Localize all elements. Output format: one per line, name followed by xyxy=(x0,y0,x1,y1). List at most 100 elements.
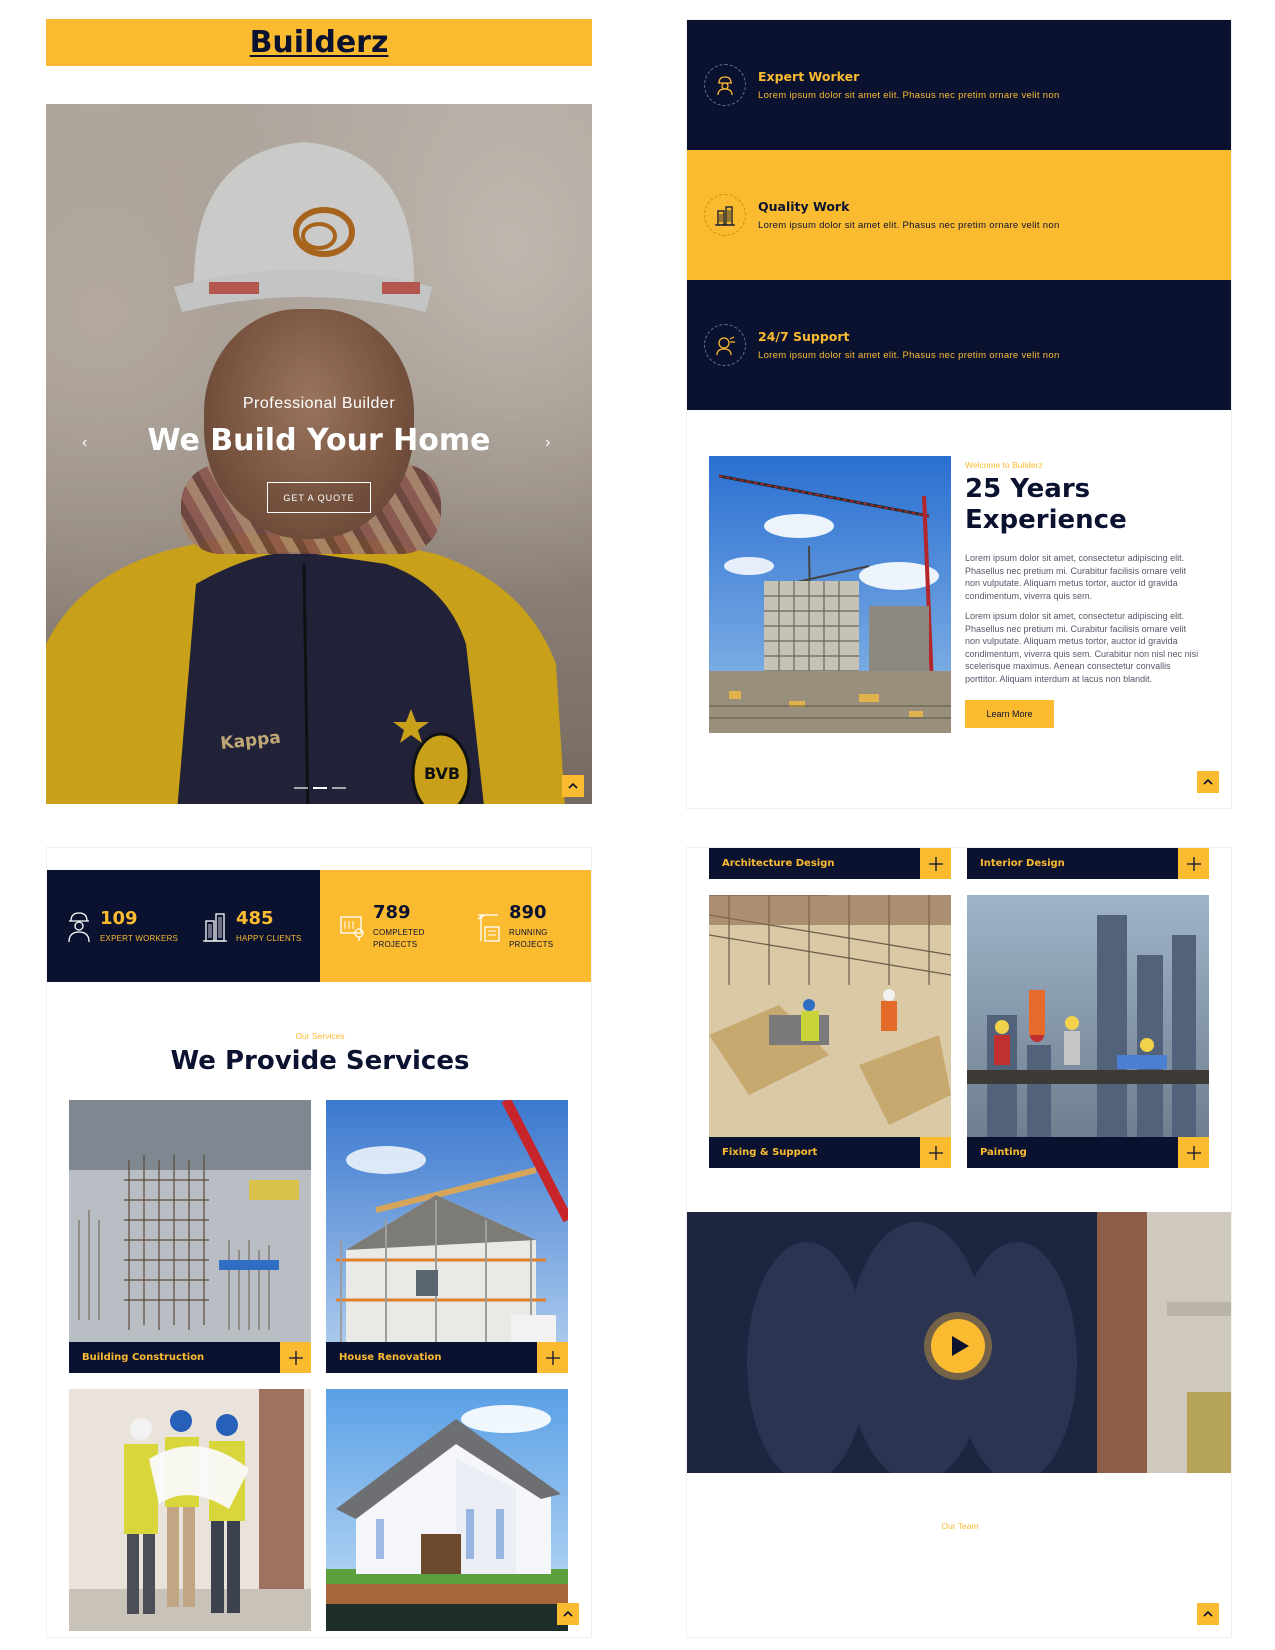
workers-beam-image xyxy=(967,895,1209,1137)
stat-happy-clients: 485 HAPPY CLIENTS xyxy=(183,908,319,945)
plus-icon[interactable] xyxy=(1178,848,1209,879)
brand-bar: Builderz xyxy=(46,19,592,66)
service-card-label: House Renovation xyxy=(339,1352,442,1363)
stats-bar: 109 EXPERT WORKERS 485 HAPPY CLIENTS 789… xyxy=(47,870,591,982)
get-quote-button[interactable]: GET A QUOTE xyxy=(267,482,371,513)
slider-dot-active[interactable] xyxy=(313,787,327,789)
worker-icon xyxy=(704,64,746,106)
play-button[interactable] xyxy=(924,1312,992,1380)
team-eyebrow: Our Team xyxy=(941,1521,979,1531)
hero-slider: BVB Kappa Professional Builder We Build … xyxy=(46,104,592,804)
stat-label: COMPLETED PROJECTS xyxy=(373,927,425,949)
service-card-bar: House Renovation xyxy=(326,1342,568,1373)
chevron-up-icon xyxy=(563,1610,573,1617)
service-card-label: Architecture Design xyxy=(722,858,835,869)
stats-gold: 789 COMPLETED PROJECTS 890 RUNNING PROJE… xyxy=(320,870,591,982)
stat-running-projects: 890 RUNNING PROJECTS xyxy=(456,901,591,951)
hero-title: We Build Your Home xyxy=(147,423,491,458)
back-to-top-button[interactable] xyxy=(1197,1603,1219,1625)
services-title: We Provide Services xyxy=(170,1046,470,1076)
plus-icon[interactable] xyxy=(1178,1137,1209,1168)
services-eyebrow: Our Services xyxy=(295,1031,345,1041)
feature-title: Expert Worker xyxy=(758,69,860,84)
service-card-bar: Interior Design xyxy=(967,848,1209,879)
stats-dark: 109 EXPERT WORKERS 485 HAPPY CLIENTS xyxy=(47,870,320,982)
feature-text: Lorem ipsum dolor sit amet elit. Phasus … xyxy=(758,90,1060,101)
stat-expert-workers: 109 EXPERT WORKERS xyxy=(47,908,183,945)
stat-label: RUNNING PROJECTS xyxy=(509,927,554,949)
chevron-up-icon xyxy=(1203,778,1213,785)
service-card-engineers[interactable] xyxy=(69,1389,311,1631)
feature-text: Lorem ipsum dolor sit amet elit. Phasus … xyxy=(758,220,1060,231)
support-icon xyxy=(704,324,746,366)
stat-number: 890 xyxy=(509,901,547,923)
rebar-foundation-image xyxy=(69,1100,311,1342)
service-card-building-construction[interactable]: Building Construction xyxy=(69,1100,311,1373)
plus-icon[interactable] xyxy=(280,1342,311,1373)
hero-subtitle: Professional Builder xyxy=(242,395,396,412)
features-panel: Expert Worker Lorem ipsum dolor sit amet… xyxy=(686,19,1232,809)
back-to-top-button[interactable] xyxy=(557,1603,579,1625)
engineers-blueprint-image xyxy=(69,1389,311,1631)
hero-panel: Builderz BVB Kappa Professional Builder … xyxy=(46,19,592,805)
service-card-fixing-support[interactable]: Fixing & Support xyxy=(709,895,951,1168)
feature-title: Quality Work xyxy=(758,199,850,214)
service-card-bar: Painting xyxy=(967,1137,1209,1168)
feature-title: 24/7 Support xyxy=(758,329,850,344)
feature-text: Lorem ipsum dolor sit amet elit. Phasus … xyxy=(758,350,1060,361)
video-section xyxy=(687,1212,1231,1473)
play-icon xyxy=(952,1336,969,1356)
crane-icon xyxy=(477,914,500,942)
service-card-label: Interior Design xyxy=(980,858,1065,869)
service-bar-architecture[interactable]: Architecture Design xyxy=(709,848,951,879)
about-eyebrow: Welcome to Builderz xyxy=(965,460,1043,470)
building-icon xyxy=(203,913,227,942)
stat-completed-projects: 789 COMPLETED PROJECTS xyxy=(320,902,456,951)
learn-more-button[interactable]: Learn More xyxy=(965,700,1054,728)
service-card-bar: Building Construction xyxy=(69,1342,311,1373)
services-panel: 109 EXPERT WORKERS 485 HAPPY CLIENTS 789… xyxy=(46,847,592,1638)
service-card-bar: Architecture Design xyxy=(709,848,951,879)
plus-icon[interactable] xyxy=(920,848,951,879)
brand-logo[interactable]: Builderz xyxy=(250,25,389,60)
house-construction-image xyxy=(326,1389,568,1631)
feature-quality-work: Quality Work Lorem ipsum dolor sit amet … xyxy=(687,150,1231,280)
stat-number: 789 xyxy=(373,901,411,923)
about-title: 25 Years Experience xyxy=(965,474,1127,535)
about-paragraph: Lorem ipsum dolor sit amet, consectetur … xyxy=(965,553,1187,601)
slider-dot[interactable] xyxy=(332,787,346,789)
service-card-label: Building Construction xyxy=(82,1352,205,1363)
chevron-up-icon xyxy=(568,782,578,789)
stat-label: HAPPY CLIENTS xyxy=(236,933,302,943)
feature-support: 24/7 Support Lorem ipsum dolor sit amet … xyxy=(687,280,1231,410)
plus-icon[interactable] xyxy=(920,1137,951,1168)
plus-icon[interactable] xyxy=(537,1342,568,1373)
feature-expert-worker: Expert Worker Lorem ipsum dolor sit amet… xyxy=(687,20,1231,150)
service-card-label: Fixing & Support xyxy=(722,1147,818,1158)
blueprint-icon xyxy=(340,916,364,941)
service-card-painting[interactable]: Painting xyxy=(967,895,1209,1168)
chevron-right-icon[interactable]: › xyxy=(545,434,550,452)
slider-dots xyxy=(294,787,346,789)
stat-label: EXPERT WORKERS xyxy=(100,933,179,943)
stat-number: 485 xyxy=(236,907,274,929)
worker-icon xyxy=(68,912,90,943)
workers-cutting-image xyxy=(709,895,951,1137)
about-paragraph: Lorem ipsum dolor sit amet, consectetur … xyxy=(965,611,1199,684)
chevron-up-icon xyxy=(1203,1610,1213,1617)
construction-site-image xyxy=(709,456,951,733)
play-button-inner xyxy=(931,1319,985,1373)
chevron-left-icon[interactable]: ‹ xyxy=(82,434,87,452)
service-card-label: Painting xyxy=(980,1147,1027,1158)
stat-number: 109 xyxy=(100,907,138,929)
service-card-house-renovation[interactable]: House Renovation xyxy=(326,1100,568,1373)
service-card-bar: Fixing & Support xyxy=(709,1137,951,1168)
building-icon xyxy=(704,194,746,236)
house-scaffold-image xyxy=(326,1100,568,1342)
more-services-panel: Architecture Design Interior Design Fixi… xyxy=(686,847,1232,1638)
back-to-top-button[interactable] xyxy=(1197,771,1219,793)
slider-dot[interactable] xyxy=(294,787,308,789)
back-to-top-button[interactable] xyxy=(562,775,584,797)
service-bar-interior[interactable]: Interior Design xyxy=(967,848,1209,879)
service-card-house[interactable] xyxy=(326,1389,568,1631)
